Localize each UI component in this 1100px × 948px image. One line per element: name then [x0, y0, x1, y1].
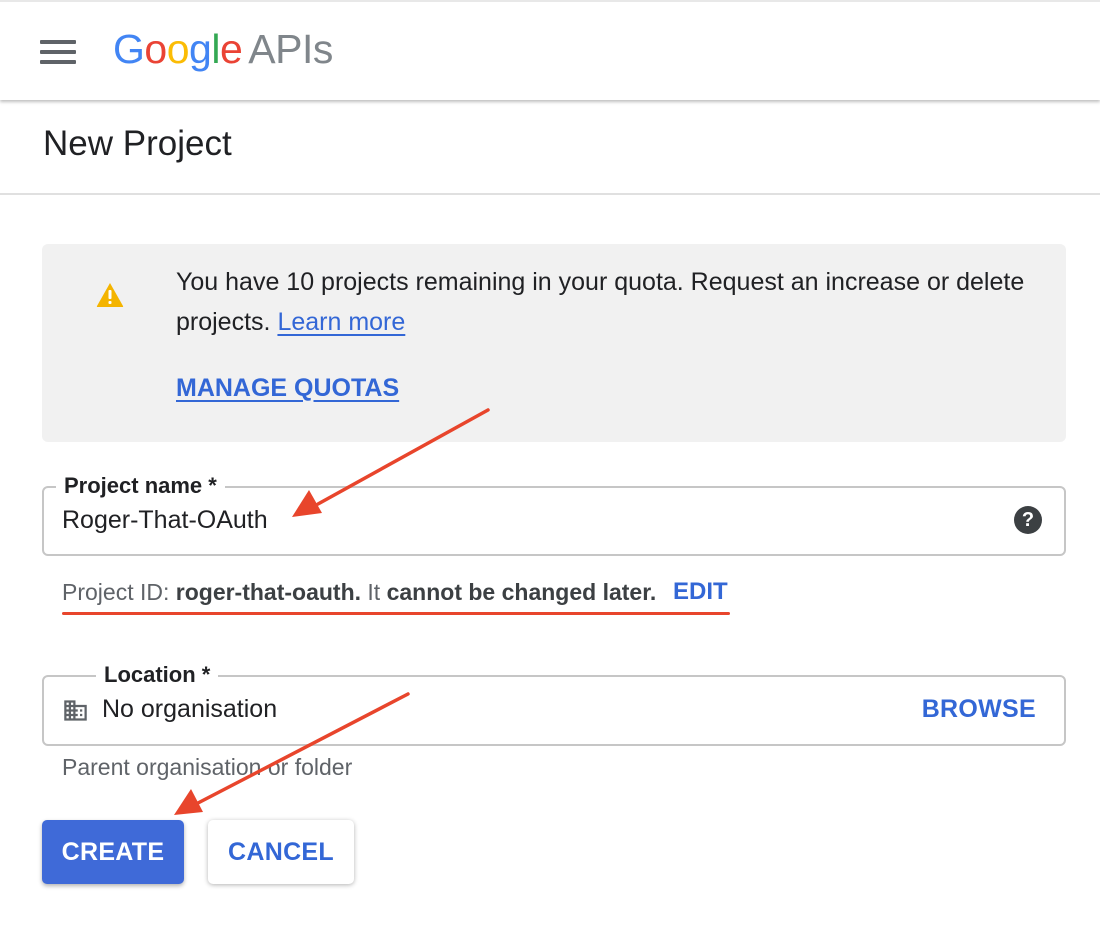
- logo-letter-o1: o: [144, 26, 167, 72]
- quota-banner: You have 10 projects remaining in your q…: [42, 244, 1066, 442]
- location-hint: Parent organisation or folder: [62, 754, 353, 780]
- page-title: New Project: [43, 124, 232, 163]
- hamburger-menu-icon[interactable]: [40, 40, 76, 66]
- menu-bar-middle: [40, 50, 76, 54]
- annotation-underline: [62, 612, 730, 615]
- logo-letter-e: e: [219, 26, 243, 72]
- learn-more-link[interactable]: Learn more: [277, 308, 405, 336]
- project-id-warning: cannot be changed later.: [386, 579, 657, 605]
- logo-letter-g2: g: [189, 26, 212, 72]
- google-apis-logo[interactable]: Google APIs: [113, 26, 333, 73]
- manage-quotas-link[interactable]: MANAGE QUOTAS: [176, 374, 399, 403]
- top-app-bar: Google APIs: [0, 0, 1100, 100]
- location-value: No organisation: [102, 695, 278, 723]
- title-divider: [0, 193, 1100, 195]
- edit-project-id-button[interactable]: EDIT: [673, 578, 728, 606]
- project-name-input[interactable]: Roger-That-OAuth: [62, 506, 268, 535]
- menu-bar-top: [40, 40, 76, 44]
- location-field[interactable]: Location * No organisation BROWSE: [42, 661, 1066, 746]
- logo-letter-g: G: [113, 26, 145, 72]
- location-label: Location *: [96, 661, 219, 689]
- logo-letter-l: l: [211, 26, 220, 72]
- menu-bar-bottom: [40, 60, 76, 64]
- project-name-label: Project name *: [56, 472, 225, 500]
- logo-letter-o2: o: [166, 26, 190, 72]
- cancel-button[interactable]: CANCEL: [208, 820, 354, 884]
- logo-apis-text: APIs: [248, 26, 333, 72]
- warning-icon: [96, 283, 124, 307]
- project-id-value: roger-that-oauth.: [175, 579, 362, 605]
- create-button[interactable]: CREATE: [42, 820, 184, 884]
- project-id-middle: It: [367, 579, 381, 605]
- building-icon: [64, 700, 87, 721]
- browse-button[interactable]: BROWSE: [922, 695, 1036, 724]
- project-id-prefix: Project ID:: [62, 579, 170, 605]
- help-icon[interactable]: ?: [1014, 506, 1042, 534]
- project-id-hint: Project ID: roger-that-oauth. It cannot …: [62, 579, 656, 606]
- project-name-field[interactable]: Project name * Roger-That-OAuth ?: [42, 472, 1066, 556]
- quota-message: You have 10 projects remaining in your q…: [176, 262, 1036, 342]
